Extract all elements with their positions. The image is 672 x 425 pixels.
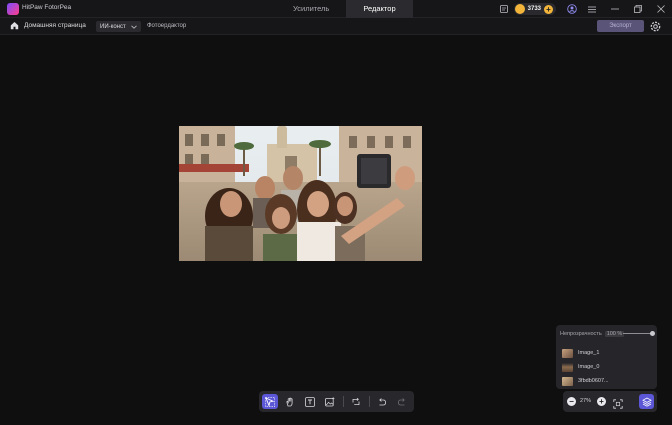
text-icon[interactable] xyxy=(302,394,318,409)
layer-name: Image_0 xyxy=(578,364,600,370)
rotate-icon[interactable] xyxy=(348,394,364,409)
menu-icon[interactable] xyxy=(580,0,603,18)
hand-icon[interactable] xyxy=(282,394,298,409)
zoom-in-icon[interactable]: + xyxy=(597,397,606,406)
app-title: HitPaw FotorPea xyxy=(22,4,72,11)
layer-thumbnail xyxy=(562,362,573,372)
layer-thumbnail xyxy=(562,348,573,358)
bottom-toolbar xyxy=(259,391,414,412)
sub-toolbar: Домашняя страница ИИ-конст Фотоердактор … xyxy=(0,18,672,35)
select-icon[interactable] xyxy=(262,394,279,409)
toolbar-divider xyxy=(369,396,370,407)
title-bar: HitPaw FotorPea Усилитель Редактор 3733 … xyxy=(0,0,672,18)
layer-item[interactable]: Image_0 xyxy=(562,361,599,373)
image-icon[interactable] xyxy=(322,394,338,409)
restore-icon[interactable] xyxy=(626,0,649,18)
layer-item[interactable]: Image_1 xyxy=(562,347,599,359)
breadcrumb: Фотоердактор xyxy=(147,23,187,29)
credits-value: 3733 xyxy=(527,6,541,12)
export-button[interactable]: Экспорт xyxy=(597,20,644,32)
tab-enhancer[interactable]: Усилитель xyxy=(276,0,346,18)
zoom-level: 27% xyxy=(580,398,592,404)
opacity-slider[interactable] xyxy=(623,333,652,334)
account-icon[interactable] xyxy=(564,0,580,18)
zoom-controls: − 27% + xyxy=(563,391,657,412)
titlebar-actions: 3733 + xyxy=(496,0,672,18)
mode-dropdown[interactable]: ИИ-конст xyxy=(96,21,141,32)
credits-badge[interactable]: 3733 + xyxy=(513,3,556,15)
minimize-icon[interactable] xyxy=(603,0,626,18)
undo-icon[interactable] xyxy=(374,394,390,409)
layers-panel: Непрозрачность 100 % Image_1 Image_0 3fb… xyxy=(556,325,657,389)
home-icon xyxy=(10,22,19,30)
opacity-slider-handle[interactable] xyxy=(650,331,655,336)
app-logo-icon xyxy=(7,3,19,15)
layer-item[interactable]: 3fbdb0607... xyxy=(562,375,609,387)
tab-editor[interactable]: Редактор xyxy=(346,0,413,18)
home-label: Домашняя страница xyxy=(24,22,86,29)
opacity-label: Непрозрачность xyxy=(560,331,602,337)
layer-name: Image_1 xyxy=(578,350,600,356)
layers-toggle-icon[interactable] xyxy=(639,394,654,409)
layer-name: 3fbdb0607... xyxy=(578,378,609,384)
mode-tabs: Усилитель Редактор xyxy=(276,0,413,18)
opacity-row: Непрозрачность 100 % xyxy=(560,331,625,337)
coin-icon xyxy=(514,4,525,14)
opacity-value[interactable]: 100 % xyxy=(604,331,625,337)
close-icon[interactable] xyxy=(649,0,672,18)
add-credits-icon[interactable]: + xyxy=(544,4,553,14)
zoom-out-icon[interactable]: − xyxy=(567,397,576,406)
fit-screen-icon[interactable] xyxy=(613,396,623,414)
toolbar-divider xyxy=(343,396,344,407)
home-button[interactable]: Домашняя страница xyxy=(10,21,86,30)
redo-icon[interactable] xyxy=(394,394,410,409)
notes-icon[interactable] xyxy=(496,0,512,18)
canvas-image[interactable] xyxy=(179,126,422,261)
mode-dropdown-value: ИИ-конст xyxy=(100,23,126,30)
chevron-down-icon xyxy=(130,25,137,29)
layer-thumbnail xyxy=(562,376,573,386)
